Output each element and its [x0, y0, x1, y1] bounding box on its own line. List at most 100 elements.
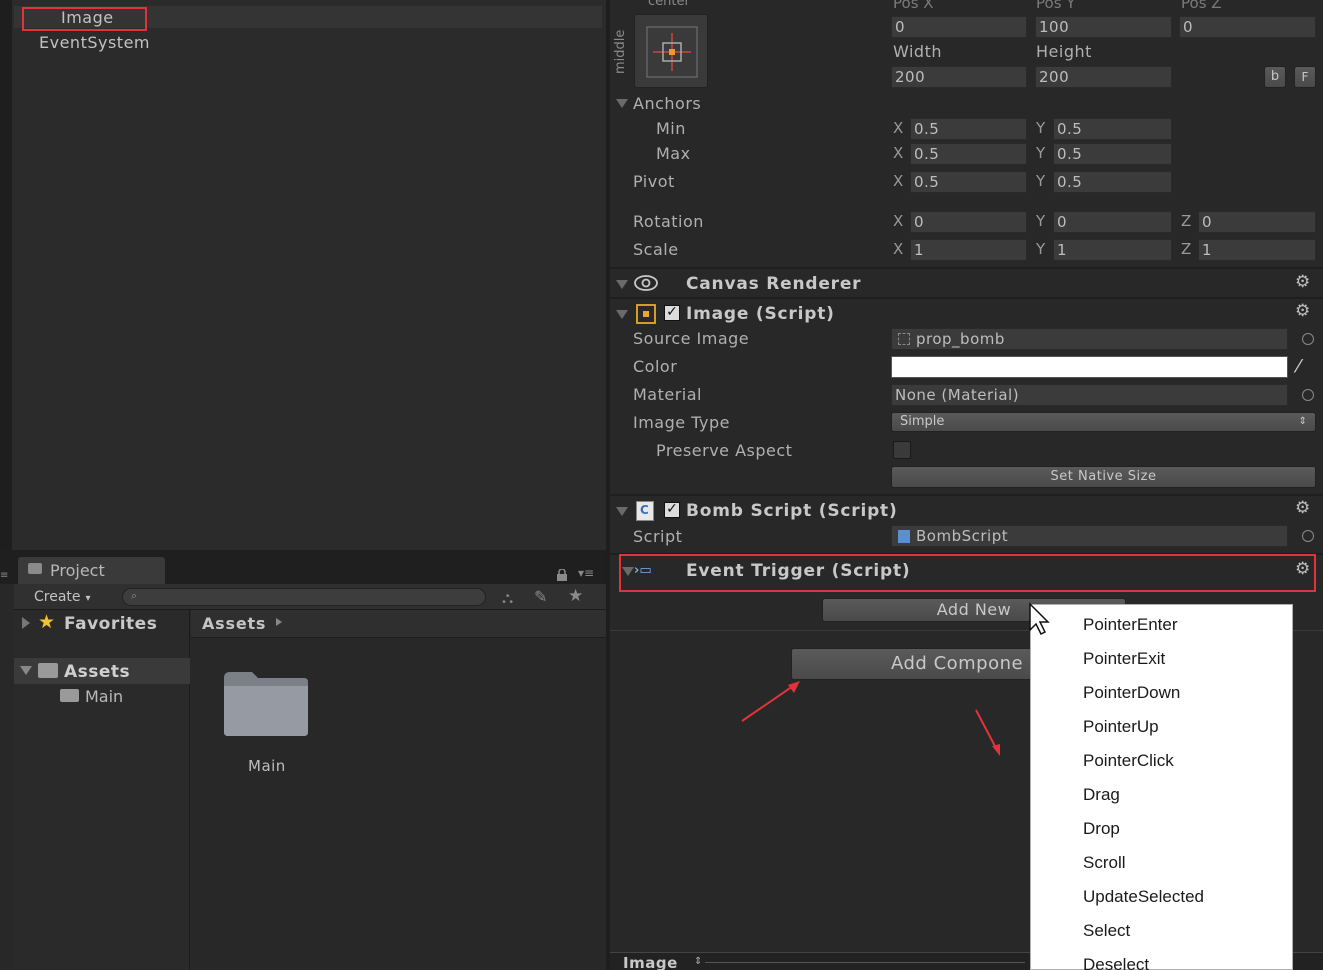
material-field[interactable]: None (Material): [891, 384, 1288, 406]
source-image-field[interactable]: prop_bomb: [891, 328, 1288, 350]
color-label: Color: [633, 357, 678, 376]
create-button[interactable]: Create ▾: [34, 589, 91, 605]
raw-edit-button[interactable]: F: [1294, 66, 1316, 88]
object-picker-icon[interactable]: [1302, 530, 1314, 542]
scale-y-field[interactable]: 1: [1053, 239, 1172, 261]
event-type-dropdown-menu: PointerEnter PointerExit PointerDown Poi…: [1030, 604, 1293, 970]
source-image-label: Source Image: [633, 329, 750, 348]
image-type-dropdown[interactable]: Simple ⇕: [891, 412, 1316, 432]
menu-item-drop[interactable]: Drop: [1083, 819, 1120, 839]
preserve-aspect-checkbox[interactable]: [893, 441, 911, 459]
anchors-foldout-icon[interactable]: [616, 99, 628, 108]
pos-z-label: Pos Z: [1181, 0, 1222, 12]
preserve-aspect-label: Preserve Aspect: [656, 441, 793, 460]
eye-icon: [633, 274, 659, 292]
assets-folder-icon: [38, 663, 58, 678]
preview-dropdown-icon[interactable]: ⇕: [694, 956, 702, 967]
lock-icon[interactable]: [556, 566, 568, 581]
bomb-script-title: Bomb Script (Script): [686, 501, 898, 521]
pos-x-field[interactable]: 0: [891, 16, 1027, 38]
menu-item-pointerenter[interactable]: PointerEnter: [1083, 615, 1178, 635]
pivot-y-axis: Y: [1036, 172, 1046, 190]
object-picker-icon[interactable]: [1302, 333, 1314, 345]
menu-item-pointerclick[interactable]: PointerClick: [1083, 751, 1174, 771]
project-tab-label: Project: [50, 561, 105, 580]
tab-project[interactable]: Project: [18, 557, 165, 584]
breadcrumb-assets[interactable]: Assets: [202, 614, 266, 633]
preview-title[interactable]: Image: [623, 954, 678, 970]
filter-by-type-icon[interactable]: ⛬: [502, 588, 513, 608]
menu-item-pointerexit[interactable]: PointerExit: [1083, 649, 1165, 669]
menu-item-select[interactable]: Select: [1083, 921, 1130, 941]
anchor-max-x-field[interactable]: 0.5: [910, 143, 1027, 165]
project-search-input[interactable]: ⌕: [122, 588, 486, 606]
gear-icon[interactable]: ⚙: [1295, 559, 1310, 579]
anchor-max-y-field[interactable]: 0.5: [1053, 143, 1172, 165]
pos-y-label: Pos Y: [1036, 0, 1076, 12]
pivot-y-field[interactable]: 0.5: [1053, 171, 1172, 193]
annotation-arrows-icon: [738, 676, 1038, 760]
assets-expand-icon[interactable]: [20, 666, 32, 675]
eyedropper-icon[interactable]: ⁄: [1297, 356, 1300, 377]
component-divider: [610, 267, 1323, 269]
anchor-max-y-axis: Y: [1036, 144, 1046, 162]
script-file-icon: [898, 530, 910, 543]
set-native-size-button[interactable]: Set Native Size: [891, 466, 1316, 488]
gear-icon[interactable]: ⚙: [1295, 301, 1310, 321]
pos-x-label: Pos X: [893, 0, 934, 12]
menu-item-pointerup[interactable]: PointerUp: [1083, 717, 1159, 737]
panel-menu-icon[interactable]: ≡: [0, 570, 8, 581]
anchor-min-y-field[interactable]: 0.5: [1053, 118, 1172, 140]
object-picker-icon[interactable]: [1302, 389, 1314, 401]
width-field[interactable]: 200: [891, 66, 1027, 88]
pivot-x-field[interactable]: 0.5: [910, 171, 1027, 193]
star-icon[interactable]: ★: [568, 586, 583, 606]
menu-item-updateselected[interactable]: UpdateSelected: [1083, 887, 1204, 907]
rotation-y-field[interactable]: 0: [1053, 211, 1172, 233]
create-label: Create: [34, 589, 81, 605]
menu-item-deselect[interactable]: Deselect: [1083, 955, 1149, 970]
anchor-preset-button[interactable]: [634, 14, 708, 88]
pos-y-field[interactable]: 100: [1035, 16, 1172, 38]
menu-item-drag[interactable]: Drag: [1083, 785, 1120, 805]
bomb-script-foldout-icon[interactable]: [616, 507, 628, 516]
menu-item-scroll[interactable]: Scroll: [1083, 853, 1126, 873]
scale-z-field[interactable]: 1: [1198, 239, 1316, 261]
bomb-script-enabled-checkbox[interactable]: ✓: [664, 502, 680, 518]
rotation-x-field[interactable]: 0: [910, 211, 1027, 233]
hierarchy-item-image[interactable]: Image: [61, 8, 114, 27]
menu-item-pointerdown[interactable]: PointerDown: [1083, 683, 1180, 703]
anchor-min-x-axis: X: [893, 119, 904, 137]
rotation-z-field[interactable]: 0: [1198, 211, 1316, 233]
anchor-min-x-field[interactable]: 0.5: [910, 118, 1027, 140]
hierarchy-edge: [0, 0, 12, 550]
chevron-down-icon: ▾: [85, 593, 91, 604]
main-folder-icon: [60, 689, 79, 702]
image-foldout-icon[interactable]: [616, 310, 628, 319]
gear-icon[interactable]: ⚙: [1295, 498, 1310, 518]
pos-z-field[interactable]: 0: [1179, 16, 1316, 38]
mouse-cursor-icon: [1028, 602, 1050, 636]
sidebar-item-main[interactable]: Main: [85, 687, 123, 706]
sidebar-item-assets[interactable]: Assets: [64, 662, 130, 682]
color-swatch[interactable]: [891, 356, 1288, 378]
tag-icon[interactable]: ✎: [534, 587, 547, 606]
scale-x-field[interactable]: 1: [910, 239, 1027, 261]
panel-options-icon[interactable]: ▾≡: [578, 566, 594, 580]
script-label: Script: [633, 527, 683, 546]
event-trigger-foldout-icon[interactable]: [622, 567, 634, 576]
blueprint-mode-button[interactable]: b: [1264, 66, 1286, 88]
gear-icon[interactable]: ⚙: [1295, 272, 1310, 292]
event-trigger-icon: ›▭: [634, 563, 652, 578]
height-field[interactable]: 200: [1035, 66, 1172, 88]
favorites-expand-icon[interactable]: [22, 617, 30, 629]
hierarchy-item-eventsystem[interactable]: EventSystem: [39, 33, 150, 52]
anchor-preset-side-label: middle: [613, 29, 628, 74]
hierarchy-panel: [0, 0, 606, 550]
image-enabled-checkbox[interactable]: ✓: [664, 305, 680, 321]
sidebar-item-favorites[interactable]: Favorites: [64, 614, 157, 634]
anchors-label: Anchors: [633, 94, 702, 113]
canvas-renderer-foldout-icon[interactable]: [616, 280, 628, 289]
folder-main-icon[interactable]: [222, 668, 310, 738]
script-field[interactable]: BombScript: [891, 525, 1288, 547]
